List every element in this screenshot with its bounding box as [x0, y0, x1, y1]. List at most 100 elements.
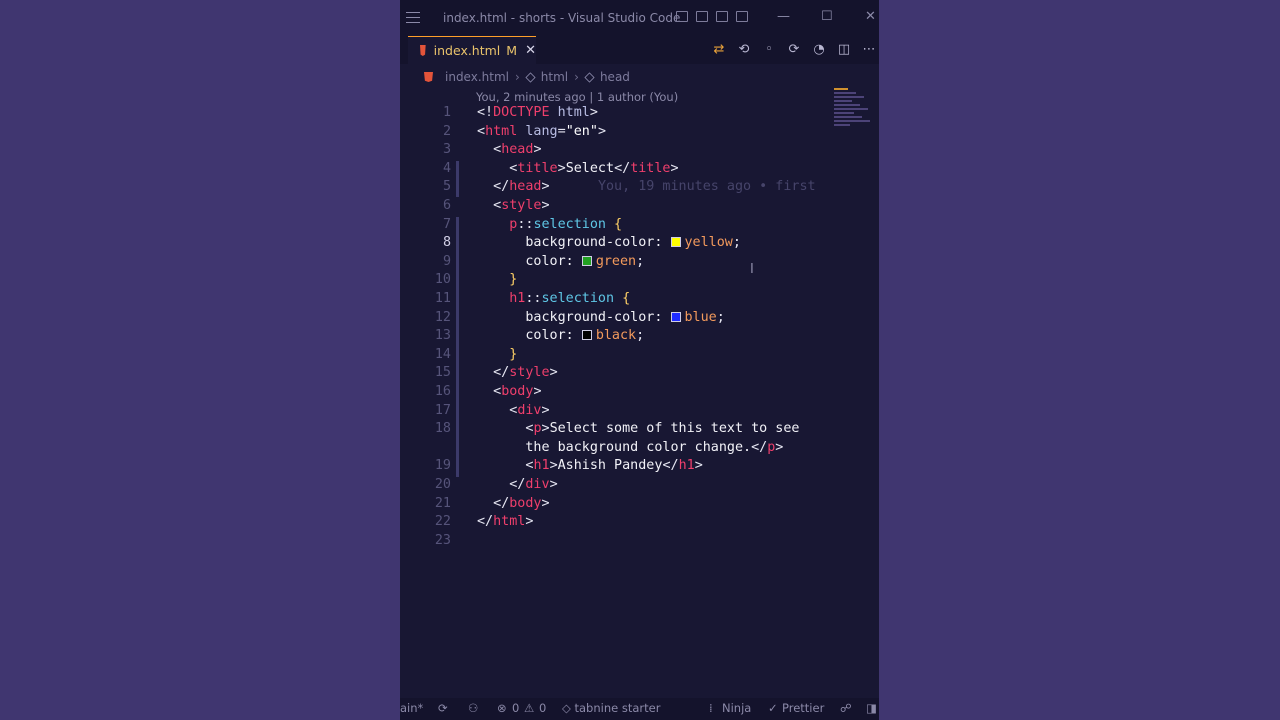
color-swatch-blue[interactable] — [670, 311, 681, 322]
line-number: 4 — [442, 160, 451, 176]
line-number: 22 — [434, 514, 451, 530]
line-number: 9 — [442, 253, 451, 269]
line-number: 15 — [434, 365, 451, 381]
line-number: 13 — [434, 328, 451, 344]
go-forward-icon[interactable]: ⟳ — [786, 42, 802, 57]
code-line[interactable]: 22 </html> — [400, 513, 879, 532]
warning-icon[interactable]: ⚠ — [524, 701, 534, 715]
layout-controls — [676, 11, 748, 22]
chevron-right-icon: › — [574, 70, 579, 84]
more-actions-icon[interactable]: ⋯ — [861, 42, 877, 57]
line-number: 20 — [434, 477, 451, 492]
code-line-wrapped[interactable]: the background color change.</p> — [400, 439, 879, 458]
tabnine-label: tabnine starter — [574, 701, 661, 715]
close-window-icon[interactable]: ✕ — [865, 10, 876, 24]
code-line[interactable]: 3 <head> — [400, 141, 879, 160]
title-bar: index.html - shorts - Visual Studio Code… — [400, 0, 879, 36]
timeline-icon[interactable]: ◔ — [811, 42, 827, 57]
status-branch[interactable]: ain* — [400, 701, 423, 715]
feedback-icon[interactable]: ☍ — [840, 701, 852, 715]
breadcrumb-head[interactable]: head — [600, 70, 630, 84]
status-bar: ain* ⟳ ⚇ ⊗ 0 ⚠ 0 ◇ tabnine starter ⁞ Nin… — [400, 698, 879, 720]
code-line[interactable]: 20 </div> — [400, 476, 879, 495]
line-number: 18 — [434, 421, 451, 437]
status-prettier[interactable]: Prettier — [782, 701, 824, 715]
line-number: 7 — [442, 216, 451, 232]
code-line[interactable]: 1 <!DOCTYPE html> — [400, 104, 879, 123]
line-number: 5 — [442, 179, 451, 195]
ninja-icon: ⁞ — [709, 701, 713, 715]
toggle-secondary-sidebar-icon[interactable] — [716, 11, 728, 22]
git-compare-icon[interactable]: ⇄ — [711, 42, 727, 57]
line-number: 2 — [442, 123, 451, 139]
code-line[interactable]: 15 </style> — [400, 364, 879, 383]
color-swatch-green[interactable] — [581, 255, 592, 266]
tab-bar: index.html M ✕ ⇄ ⟲ ◦ ⟳ ◔ ◫ ⋯ — [400, 36, 879, 64]
line-number: 8 — [442, 235, 451, 251]
line-number: 1 — [442, 105, 451, 120]
text-cursor-icon: I — [750, 262, 754, 277]
menu-icon[interactable] — [406, 12, 420, 27]
line-number: 11 — [434, 291, 451, 306]
check-icon: ✓ — [768, 701, 778, 715]
inline-blame: You, 19 minutes ago • first — [597, 179, 816, 195]
code-line[interactable]: 21 </body> — [400, 495, 879, 514]
code-line[interactable]: 8 background-color: yellow; — [400, 234, 879, 253]
close-tab-icon[interactable]: ✕ — [525, 43, 536, 58]
code-line[interactable]: 13 color: black; — [400, 327, 879, 346]
code-line[interactable]: 17 <div> — [400, 402, 879, 421]
code-line[interactable]: 23 — [400, 532, 879, 551]
code-line[interactable]: 18 <p>Select some of this text to see — [400, 420, 879, 439]
code-line[interactable]: 7 p::selection { — [400, 216, 879, 235]
status-ninja[interactable]: Ninja — [722, 701, 751, 715]
live-share-icon[interactable]: ⚇ — [468, 701, 478, 715]
code-line[interactable]: 4 <title>Select</title> — [400, 160, 879, 179]
code-line[interactable]: 2 <html lang="en"> — [400, 123, 879, 142]
html5-file-icon — [420, 45, 426, 56]
breadcrumb-file[interactable]: index.html — [445, 70, 509, 84]
line-number: 3 — [442, 142, 451, 158]
toggle-sidebar-icon[interactable] — [676, 11, 688, 22]
tab-index-html[interactable]: index.html M ✕ — [408, 36, 536, 64]
color-swatch-black[interactable] — [581, 330, 592, 341]
split-editor-icon[interactable]: ◫ — [836, 42, 852, 57]
line-number: 16 — [434, 384, 451, 399]
line-number: 21 — [434, 495, 451, 511]
window-title: index.html - shorts - Visual Studio Code — [443, 11, 681, 25]
code-line[interactable]: 9 color: green; — [400, 253, 879, 272]
line-number: 23 — [434, 532, 451, 548]
codelens-blame[interactable]: You, 2 minutes ago | 1 author (You) — [476, 90, 678, 104]
code-line[interactable]: 14 } — [400, 346, 879, 365]
modified-indicator: M — [506, 43, 518, 58]
color-swatch-yellow[interactable] — [670, 237, 681, 248]
line-number: 19 — [434, 458, 451, 474]
sync-icon[interactable]: ⟳ — [438, 701, 448, 715]
status-warnings[interactable]: 0 — [539, 701, 546, 715]
chevron-right-icon: › — [514, 70, 520, 84]
editor-actions: ⇄ ⟲ ◦ ⟳ ◔ ◫ ⋯ — [711, 42, 877, 57]
code-line[interactable]: 5 </head> You, 19 minutes ago • first — [400, 178, 879, 197]
breadcrumb-html[interactable]: html — [541, 70, 568, 84]
tabnine-status[interactable]: ◇ tabnine starter — [562, 701, 660, 715]
go-back-icon[interactable]: ⟲ — [736, 42, 752, 57]
maximize-icon[interactable]: ☐ — [821, 10, 833, 24]
customize-layout-icon[interactable] — [736, 11, 748, 22]
line-number: 6 — [442, 198, 451, 213]
error-icon[interactable]: ⊗ — [497, 701, 507, 715]
git-commit-icon[interactable]: ◦ — [761, 42, 777, 57]
line-number: 10 — [434, 272, 451, 288]
code-line[interactable]: 11 h1::selection { — [400, 290, 879, 309]
code-line[interactable]: 16 <body> — [400, 383, 879, 402]
code-line[interactable]: 6 <style> — [400, 197, 879, 216]
code-editor[interactable]: 1 <!DOCTYPE html> 2 <html lang="en"> 3 <… — [400, 104, 879, 554]
code-line[interactable]: 19 <h1>Ashish Pandey</h1> — [400, 457, 879, 476]
line-number: 17 — [434, 402, 451, 418]
element-icon — [525, 71, 536, 83]
toggle-panel-icon[interactable] — [696, 11, 708, 22]
status-errors[interactable]: 0 — [512, 701, 519, 715]
notifications-icon[interactable]: ◨ — [866, 701, 877, 715]
code-line[interactable]: 12 background-color: blue; — [400, 309, 879, 328]
code-line[interactable]: 10 } — [400, 271, 879, 290]
minimize-icon[interactable]: — — [777, 10, 790, 24]
vscode-window: index.html - shorts - Visual Studio Code… — [400, 0, 879, 720]
